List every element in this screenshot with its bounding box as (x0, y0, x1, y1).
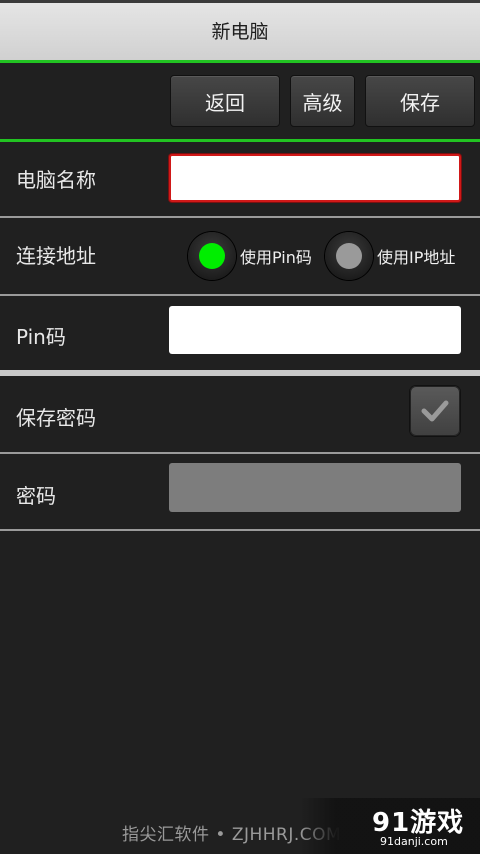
brand-logo-text: 91游戏 (372, 808, 465, 838)
toolbar: 返回 高级 保存 (0, 63, 480, 139)
radio-selected-dot (199, 243, 225, 269)
save-password-row: 保存密码 (0, 376, 480, 452)
password-row: 密码 (0, 454, 480, 530)
back-button[interactable]: 返回 (170, 75, 280, 127)
title-bar: 新电脑 (0, 0, 480, 61)
pin-row: Pin码 (0, 296, 480, 370)
computer-name-row: 电脑名称 (0, 142, 480, 217)
save-password-label: 保存密码 (16, 406, 96, 430)
row-divider (0, 529, 480, 531)
password-input[interactable] (169, 463, 461, 512)
radio-use-pin[interactable]: 使用Pin码 (188, 232, 312, 280)
brand-watermark: 91游戏 91danji.com (300, 798, 480, 854)
pin-label: Pin码 (16, 325, 66, 349)
advanced-button[interactable]: 高级 (290, 75, 355, 127)
brand-url-text: 91danji.com (380, 835, 448, 848)
connection-row: 连接地址 使用Pin码 使用IP地址 (0, 218, 480, 294)
connection-label: 连接地址 (16, 244, 96, 268)
save-button[interactable]: 保存 (365, 75, 475, 127)
radio-ip-circle (325, 232, 373, 280)
computer-name-input[interactable] (169, 154, 461, 202)
radio-use-ip-label: 使用IP地址 (377, 248, 456, 267)
computer-name-label: 电脑名称 (16, 168, 96, 192)
check-icon (421, 400, 449, 422)
pin-input[interactable] (169, 306, 461, 354)
radio-use-ip[interactable]: 使用IP地址 (325, 232, 455, 280)
page-title: 新电脑 (211, 21, 269, 43)
new-computer-screen: 新电脑 返回 高级 保存 电脑名称 连接地址 使用Pin码 使用IP地址 Pin… (0, 0, 480, 854)
radio-unselected-dot (336, 243, 362, 269)
radio-use-pin-label: 使用Pin码 (240, 248, 312, 267)
radio-pin-circle (188, 232, 236, 280)
save-password-checkbox[interactable] (410, 386, 460, 436)
password-label: 密码 (16, 484, 56, 508)
